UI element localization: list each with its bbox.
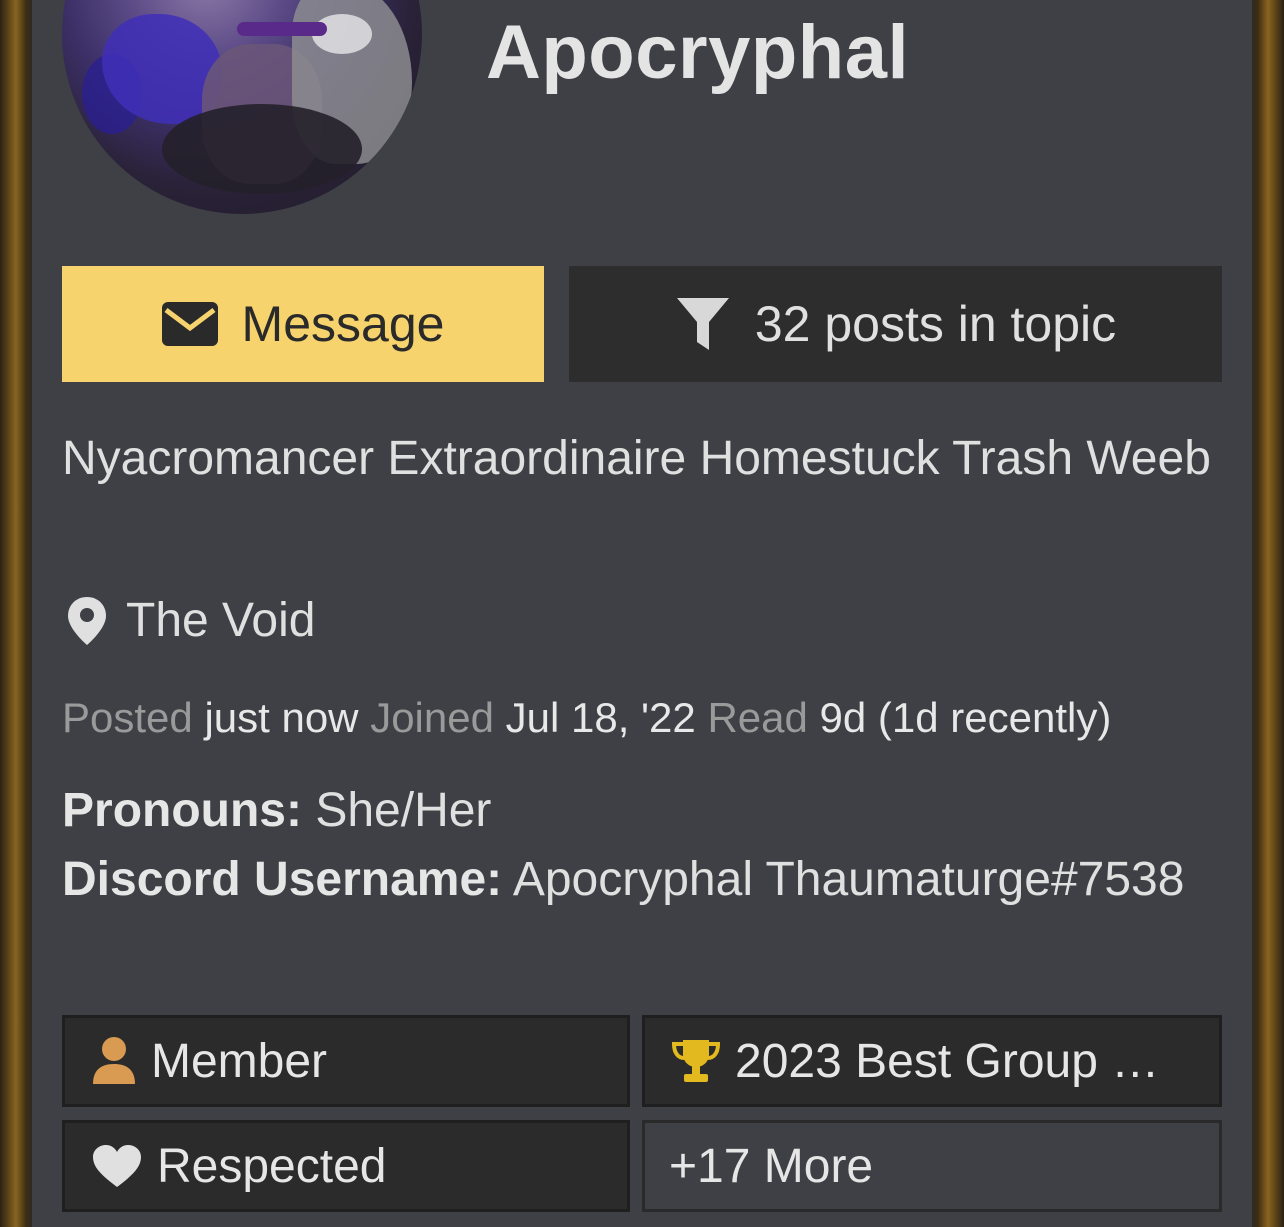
message-button[interactable]: Message [62, 266, 544, 382]
pronouns-field: Pronouns: She/Her [62, 776, 1212, 845]
joined-label: Joined [370, 694, 494, 741]
more-badges-label: +17 More [669, 1139, 874, 1193]
more-badges-button[interactable]: +17 More [642, 1120, 1222, 1212]
location-text: The Void [126, 594, 316, 647]
posts-in-topic-button[interactable]: 32 posts in topic [569, 266, 1222, 382]
custom-fields: Pronouns: She/Her Discord Username: Apoc… [62, 776, 1212, 914]
user-icon [93, 1037, 135, 1084]
avatar-art-shape [162, 104, 362, 194]
badge-member[interactable]: Member [62, 1015, 630, 1107]
posted-value[interactable]: just now [204, 694, 358, 741]
discord-field: Discord Username: Apocryphal Thaumaturge… [62, 845, 1212, 914]
badge-respected[interactable]: Respected [62, 1120, 630, 1212]
badge-member-label: Member [151, 1034, 328, 1088]
envelope-icon [161, 302, 218, 346]
read-label: Read [707, 694, 808, 741]
posts-button-label: 32 posts in topic [754, 296, 1117, 352]
outer-frame-right [1252, 0, 1284, 1227]
discord-value: Apocryphal Thaumaturge#7538 [512, 853, 1185, 906]
trophy-icon [671, 1040, 721, 1082]
pronouns-value: She/Her [315, 784, 492, 837]
posted-label: Posted [62, 694, 193, 741]
badge-respected-label: Respected [157, 1139, 387, 1193]
pronouns-label: Pronouns: [62, 784, 302, 837]
badge-award[interactable]: 2023 Best Group … [642, 1015, 1222, 1107]
heart-icon [93, 1145, 141, 1187]
username[interactable]: Apocryphal [486, 8, 909, 98]
user-stats: Posted just now Joined Jul 18, '22 Read … [62, 690, 1111, 746]
read-value: 9d (1d recently) [819, 694, 1112, 741]
location: The Void [62, 588, 315, 654]
filter-icon [676, 298, 729, 350]
joined-value: Jul 18, '22 [505, 694, 696, 741]
message-button-label: Message [241, 296, 445, 352]
discord-label: Discord Username: [62, 853, 503, 906]
user-title: Nyacromancer Extraordinaire Homestuck Tr… [62, 432, 1211, 485]
avatar-art-shape [237, 22, 327, 36]
map-pin-icon [68, 597, 106, 645]
badge-award-label: 2023 Best Group … [735, 1034, 1160, 1088]
